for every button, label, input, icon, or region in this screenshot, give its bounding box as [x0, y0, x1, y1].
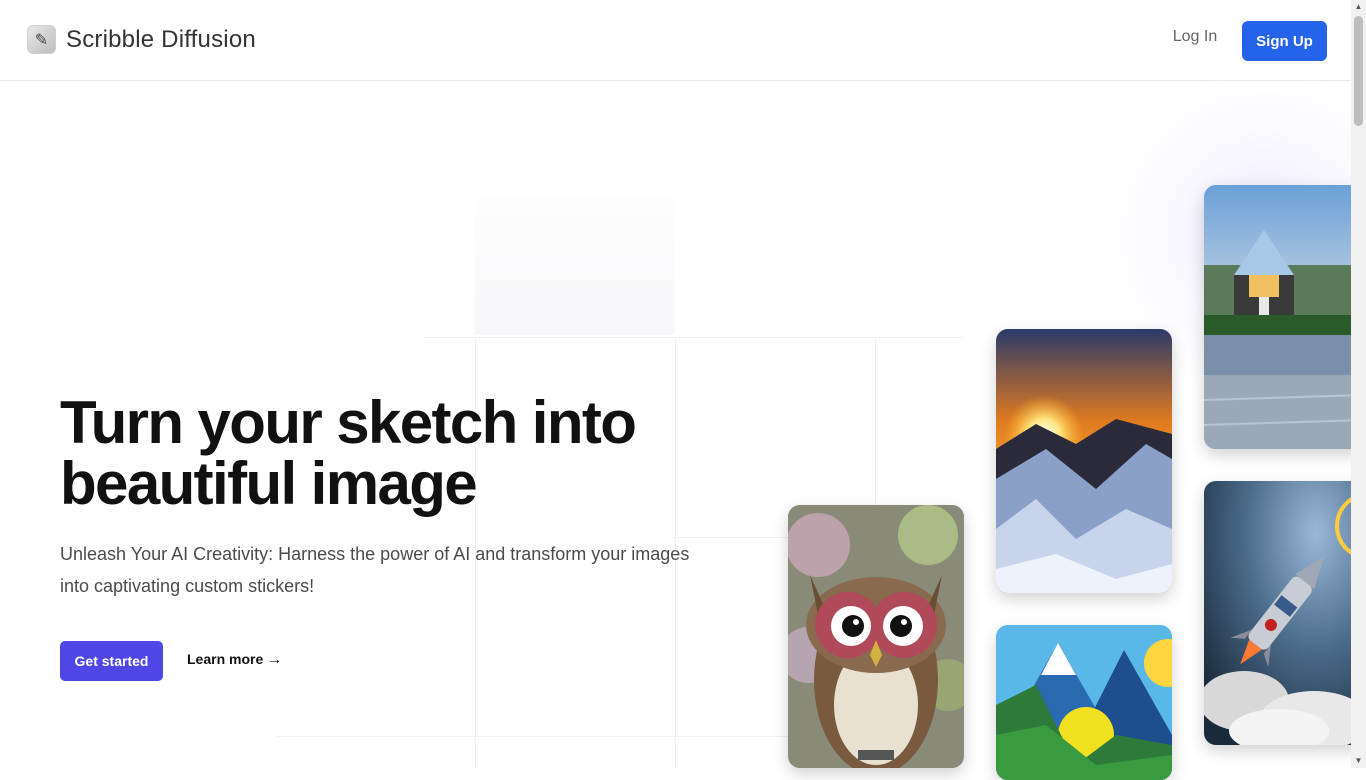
learn-more-link[interactable]: Learn more → [187, 651, 282, 669]
arrow-right-icon: → [266, 651, 283, 668]
page-scrollbar[interactable]: ▲ ▼ [1351, 0, 1366, 768]
sunset-mountains [996, 329, 1172, 593]
signup-button[interactable]: Sign Up [1242, 21, 1327, 61]
rocket-launch [1204, 481, 1364, 745]
scrollbar-thumb[interactable] [1354, 16, 1363, 126]
brand[interactable]: ✎ Scribble Diffusion [27, 25, 256, 54]
scroll-up-icon[interactable]: ▲ [1351, 0, 1366, 14]
grid-line [875, 337, 876, 507]
owl-illustration [788, 505, 964, 768]
gallery-image-blue-mountains [996, 625, 1172, 780]
gallery-image-sunset [996, 329, 1172, 593]
scroll-down-icon[interactable]: ▼ [1351, 754, 1366, 768]
hero-title-line2: beautiful image [60, 450, 478, 517]
login-link[interactable]: Log In [1160, 28, 1230, 46]
glass-house-lake [1204, 185, 1364, 449]
top-navbar: ✎ Scribble Diffusion Log In Sign Up [0, 0, 1351, 81]
hero-subtitle: Unleash Your AI Creativity: Harness the … [60, 544, 690, 596]
gallery-image-owl [788, 505, 964, 768]
hero-title-line1: Turn your sketch into [60, 389, 637, 456]
blue-mountains-sun [996, 625, 1172, 780]
grid-line [425, 337, 965, 338]
brand-name: Scribble Diffusion [66, 25, 256, 53]
grid-line [275, 736, 795, 737]
learn-more-label: Learn more [187, 651, 264, 667]
gallery-image-glass-house [1204, 185, 1364, 449]
background-block [475, 195, 675, 335]
pencil-logo-icon: ✎ [27, 25, 56, 54]
hero-title: Turn your sketch into beautiful image [60, 392, 740, 514]
gallery-image-rocket [1204, 481, 1364, 745]
get-started-button[interactable]: Get started [60, 641, 163, 681]
